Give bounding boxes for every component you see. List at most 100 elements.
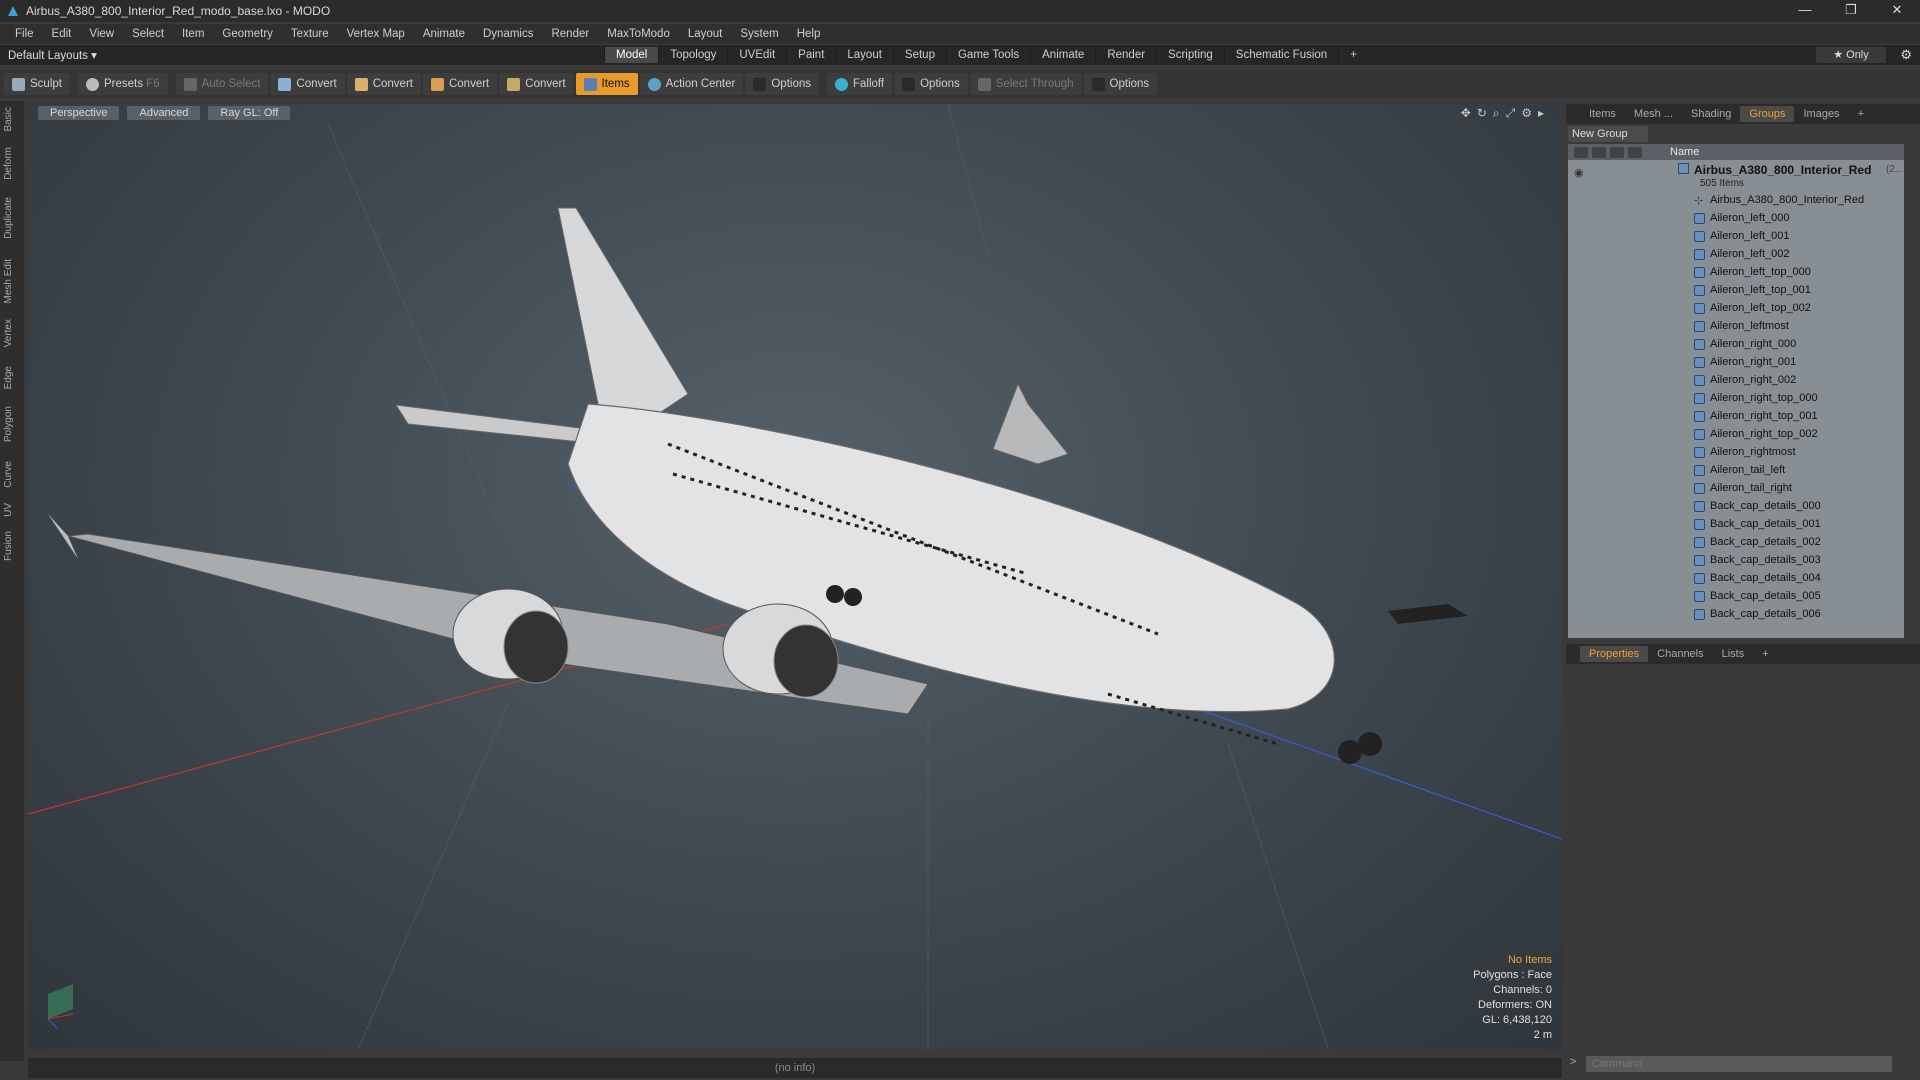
action-center-button[interactable]: Action Center xyxy=(639,73,744,95)
tab-paint[interactable]: Paint xyxy=(786,47,835,63)
tab-schematic-fusion[interactable]: Schematic Fusion xyxy=(1223,47,1338,63)
tab-images[interactable]: Images xyxy=(1794,106,1848,122)
falloff-options-button[interactable]: Options xyxy=(894,73,968,95)
list-item[interactable]: Back_cap_details_004 xyxy=(1568,570,1904,588)
add-props-tab-button[interactable]: + xyxy=(1753,646,1777,662)
view-type-dropdown[interactable]: Perspective xyxy=(38,106,120,120)
list-item[interactable]: Aileron_right_000 xyxy=(1568,336,1904,354)
side-tab-duplicate[interactable]: Duplicate xyxy=(3,197,21,239)
list-item[interactable]: Aileron_right_top_001 xyxy=(1568,408,1904,426)
menu-view[interactable]: View xyxy=(80,28,123,40)
list-item[interactable]: ⊹ Airbus_A380_800_Interior_Red xyxy=(1568,192,1904,210)
list-item[interactable]: Aileron_left_002 xyxy=(1568,246,1904,264)
side-tab-edge[interactable]: Edge xyxy=(3,366,21,389)
tab-render[interactable]: Render xyxy=(1095,47,1156,63)
list-item[interactable]: Aileron_right_001 xyxy=(1568,354,1904,372)
list-item[interactable]: Aileron_left_top_001 xyxy=(1568,282,1904,300)
list-item[interactable]: Aileron_right_top_002 xyxy=(1568,426,1904,444)
list-item[interactable]: Aileron_right_002 xyxy=(1568,372,1904,390)
sculpt-button[interactable]: Sculpt xyxy=(4,73,70,95)
shading-mode-dropdown[interactable]: Advanced xyxy=(127,106,201,120)
tab-properties[interactable]: Properties xyxy=(1580,646,1649,662)
list-item[interactable]: Back_cap_details_000 xyxy=(1568,498,1904,516)
groups-tree[interactable]: Name ◉ Airbus_A380_800_Interior_Red (2..… xyxy=(1568,144,1904,638)
side-tab-deform[interactable]: Deform xyxy=(3,147,21,180)
list-item[interactable]: Aileron_tail_right xyxy=(1568,480,1904,498)
menu-system[interactable]: System xyxy=(731,28,787,40)
tab-game-tools[interactable]: Game Tools xyxy=(945,47,1030,63)
side-tab-mesh-edit[interactable]: Mesh Edit xyxy=(3,259,21,303)
list-item[interactable]: Aileron_rightmost xyxy=(1568,444,1904,462)
minimize-button[interactable]: — xyxy=(1782,0,1828,22)
menu-dynamics[interactable]: Dynamics xyxy=(474,28,542,40)
tab-channels[interactable]: Channels xyxy=(1648,646,1712,662)
menu-edit[interactable]: Edit xyxy=(43,28,81,40)
select-through-button[interactable]: Select Through xyxy=(969,73,1082,95)
list-item[interactable]: Aileron_left_000 xyxy=(1568,210,1904,228)
side-tab-basic[interactable]: Basic xyxy=(3,107,21,131)
list-item[interactable]: Back_cap_details_002 xyxy=(1568,534,1904,552)
menu-select[interactable]: Select xyxy=(123,28,173,40)
gear-icon[interactable]: ⚙ xyxy=(1900,47,1912,63)
list-item[interactable]: Aileron_right_top_000 xyxy=(1568,390,1904,408)
presets-button[interactable]: Presets F6 xyxy=(77,73,168,95)
menu-vertex-map[interactable]: Vertex Map xyxy=(338,28,414,40)
side-tab-vertex[interactable]: Vertex xyxy=(3,319,21,347)
tab-animate[interactable]: Animate xyxy=(1030,47,1095,63)
list-item[interactable]: Back_cap_details_005 xyxy=(1568,588,1904,606)
raygl-toggle[interactable]: Ray GL: Off xyxy=(208,106,291,120)
menu-render[interactable]: Render xyxy=(542,28,598,40)
list-item[interactable]: Back_cap_details_006 xyxy=(1568,606,1904,624)
list-item[interactable]: Aileron_tail_left xyxy=(1568,462,1904,480)
menu-texture[interactable]: Texture xyxy=(282,28,338,40)
tab-topology[interactable]: Topology xyxy=(658,47,727,63)
tab-shading[interactable]: Shading xyxy=(1682,106,1740,122)
new-group-button[interactable]: New Group xyxy=(1568,126,1648,142)
airplane-model[interactable] xyxy=(48,207,1468,764)
default-layouts-dropdown[interactable]: Default Layouts ▾ xyxy=(8,48,97,62)
items-mode-button[interactable]: Items xyxy=(575,73,638,95)
tab-items[interactable]: Items xyxy=(1580,106,1625,122)
convert-edge-button[interactable]: Convert xyxy=(346,73,421,95)
tree-root-group[interactable]: ◉ Airbus_A380_800_Interior_Red (2... 505… xyxy=(1568,160,1904,192)
maximize-button[interactable]: ❐ xyxy=(1828,0,1874,22)
side-tab-polygon[interactable]: Polygon xyxy=(3,406,21,442)
menu-item[interactable]: Item xyxy=(173,28,213,40)
tab-layout[interactable]: Layout xyxy=(835,47,893,63)
falloff-button[interactable]: Falloff xyxy=(827,73,893,95)
tab-lists[interactable]: Lists xyxy=(1713,646,1754,662)
select-options-button[interactable]: Options xyxy=(1083,73,1158,95)
tab-scripting[interactable]: Scripting xyxy=(1156,47,1224,63)
name-column-header[interactable]: Name xyxy=(1670,146,1699,158)
add-tab-button[interactable]: + xyxy=(1338,47,1368,63)
visibility-column-icon[interactable] xyxy=(1574,146,1588,158)
3d-viewport[interactable]: Perspective Advanced Ray GL: Off ✥↻⌕⤢⚙▸ … xyxy=(28,104,1562,1049)
add-panel-tab-button[interactable]: + xyxy=(1849,106,1873,122)
convert-material-button[interactable]: Convert xyxy=(499,73,574,95)
checkbox-icon[interactable] xyxy=(753,77,767,91)
menu-file[interactable]: File xyxy=(6,28,43,40)
menu-maxtomodo[interactable]: MaxToModo xyxy=(598,28,679,40)
checkbox-icon[interactable] xyxy=(1091,77,1105,91)
tab-mesh[interactable]: Mesh ... xyxy=(1625,106,1682,122)
list-item[interactable]: Aileron_left_001 xyxy=(1568,228,1904,246)
menu-layout[interactable]: Layout xyxy=(679,28,732,40)
menu-animate[interactable]: Animate xyxy=(414,28,474,40)
checkbox-icon[interactable] xyxy=(902,77,916,91)
tab-uvedit[interactable]: UVEdit xyxy=(727,47,786,63)
convert-vertex-button[interactable]: Convert xyxy=(270,73,345,95)
tab-setup[interactable]: Setup xyxy=(892,47,946,63)
list-item[interactable]: Aileron_left_top_000 xyxy=(1568,264,1904,282)
viewport-nav-icons[interactable]: ✥↻⌕⤢⚙▸ xyxy=(1461,106,1550,121)
eye-icon[interactable]: ◉ xyxy=(1574,166,1584,179)
side-tab-uv[interactable]: UV xyxy=(3,503,21,517)
action-center-options-button[interactable]: Options xyxy=(745,73,819,95)
close-button[interactable]: ✕ xyxy=(1874,0,1920,22)
list-item[interactable]: Back_cap_details_001 xyxy=(1568,516,1904,534)
side-tab-curve[interactable]: Curve xyxy=(3,461,21,488)
command-input[interactable] xyxy=(1586,1056,1892,1072)
convert-polygon-button[interactable]: Convert xyxy=(422,73,498,95)
menu-help[interactable]: Help xyxy=(788,28,830,40)
render-column-icon[interactable] xyxy=(1592,146,1606,158)
side-tab-fusion[interactable]: Fusion xyxy=(3,531,21,561)
